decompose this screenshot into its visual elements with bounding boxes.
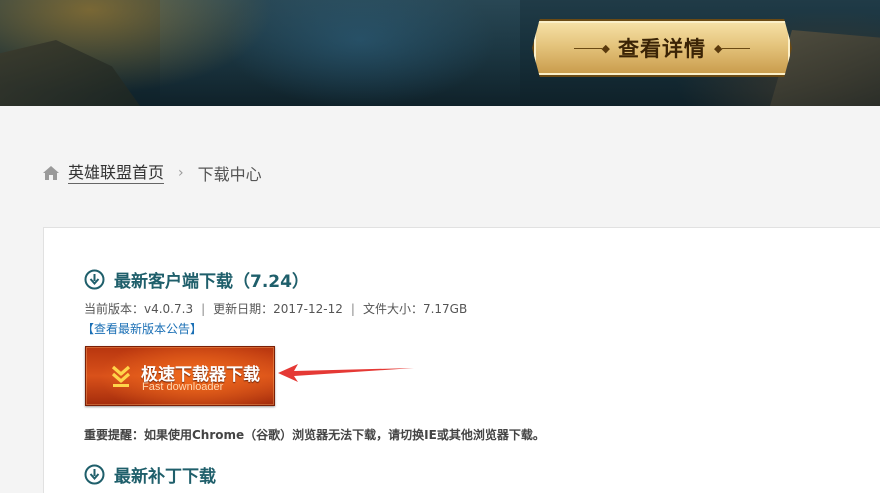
version-text: 当前版本：v4.0.7.3 bbox=[84, 302, 194, 316]
meta-separator: | bbox=[350, 301, 355, 316]
download-card: 最新客户端下载（7.24） 当前版本：v4.0.7.3 | 更新日期：2017-… bbox=[43, 227, 880, 493]
diamond-ornament-icon: ◆ bbox=[573, 42, 610, 55]
client-section-title: 最新客户端下载（7.24） bbox=[84, 267, 309, 292]
diamond-ornament-icon: ◆ bbox=[714, 42, 751, 55]
version-notice-link[interactable]: 【查看最新版本公告】 bbox=[82, 320, 202, 337]
file-size-text: 文件大小：7.17GB bbox=[362, 302, 468, 316]
patch-section-title-text: 最新补丁下载 bbox=[114, 467, 216, 487]
download-circle-icon bbox=[84, 464, 105, 485]
patch-section-title: 最新补丁下载 bbox=[84, 462, 216, 487]
view-details-label: 查看详情 bbox=[618, 37, 706, 61]
client-meta: 当前版本：v4.0.7.3 | 更新日期：2017-12-12 | 文件大小：7… bbox=[84, 300, 467, 317]
chrome-warning: 重要提醒：如果使用Chrome（谷歌）浏览器无法下载，请切换IE或其他浏览器下载… bbox=[84, 428, 545, 442]
client-section-title-text: 最新客户端下载（7.24） bbox=[114, 272, 309, 292]
download-circle-icon bbox=[84, 269, 105, 290]
update-date-text: 更新日期：2017-12-12 bbox=[213, 302, 343, 316]
meta-separator: | bbox=[201, 301, 206, 316]
breadcrumb-current: 下载中心 bbox=[197, 165, 262, 184]
view-details-button[interactable]: ◆ 查看详情 ◆ bbox=[532, 19, 792, 77]
breadcrumb-home-link[interactable]: 英雄联盟首页 bbox=[68, 163, 165, 184]
banner-rock-left bbox=[0, 40, 140, 106]
breadcrumb: 英雄联盟首页 › 下载中心 bbox=[42, 160, 262, 186]
breadcrumb-separator: › bbox=[178, 165, 184, 181]
arrow-left-icon bbox=[278, 364, 414, 382]
chevron-down-icon bbox=[111, 365, 131, 387]
fast-downloader-subtitle: Fast downloader bbox=[142, 381, 224, 393]
fast-downloader-button[interactable]: 极速下载器下载 Fast downloader bbox=[85, 346, 275, 406]
hero-banner: ◆ 查看详情 ◆ bbox=[0, 0, 880, 106]
banner-haze bbox=[160, 0, 520, 106]
home-icon[interactable] bbox=[42, 165, 60, 181]
